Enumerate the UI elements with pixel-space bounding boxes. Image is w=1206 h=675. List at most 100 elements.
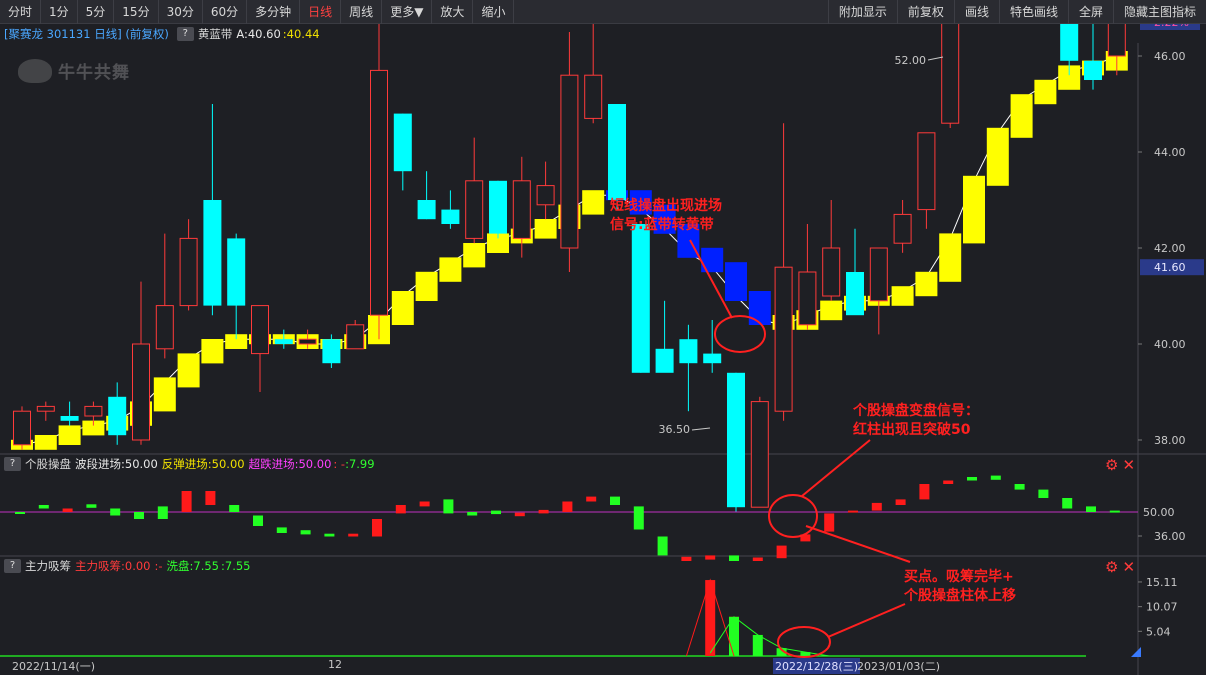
candle-body-up (512, 180, 531, 239)
yellow-band-block (58, 425, 81, 445)
candle-body-up (370, 69, 388, 316)
osc-green-bar (1086, 506, 1096, 512)
period-tab-10[interactable]: 放大 (432, 0, 474, 24)
candle-body-up (251, 305, 269, 355)
scroll-corner-icon (1131, 647, 1141, 657)
osc-green-bar (157, 506, 168, 519)
osc-green-bar (276, 527, 287, 533)
candle-body-up (465, 180, 484, 239)
period-tab-5[interactable]: 60分 (203, 0, 248, 24)
yellow-band-block (177, 353, 200, 388)
panel3-controls: ⚙ ✕ (1101, 558, 1135, 576)
panel2-help-button[interactable]: ? (4, 457, 21, 471)
settings-gear-icon[interactable]: ⚙ (1105, 456, 1118, 474)
candle-body-down (727, 372, 745, 508)
period-tab-1[interactable]: 1分 (41, 0, 78, 24)
price-axis-label: 36.00 (1154, 530, 1186, 543)
panel2-name[interactable]: 个股操盘 (25, 456, 71, 472)
period-tab-11[interactable]: 缩小 (473, 0, 515, 24)
yellow-band-block (891, 286, 914, 306)
annotation-signal-line2: 信号:蓝带转黄带 (610, 217, 714, 233)
date-label-start: 2022/11/14(一) (12, 660, 95, 673)
close-icon[interactable]: ✕ (1122, 456, 1135, 474)
panel3-header: ? 主力吸筹 主力吸筹:0.00 :- 洗盘:7.55 :7.55 (0, 558, 250, 574)
option-button-2[interactable]: 画线 (953, 0, 999, 24)
buy-arrow (827, 603, 906, 638)
candle-body-down (322, 339, 341, 364)
osc-green-bar (38, 505, 49, 509)
osc-green-bar (443, 499, 454, 514)
panel2-rebound-entry: 反弹进场:50.00 (161, 457, 245, 471)
period-toolbar: 分时 1分 5分 15分 30分 60分 多分钟 日线 周线 更多▼ 放大 缩小 附加显示 前复权 画线特… (0, 0, 1206, 24)
yellow-band-block (201, 339, 224, 364)
candle-body-up (13, 410, 31, 446)
osc-red-bar (538, 509, 549, 514)
candle-body-up (750, 401, 769, 508)
osc-red-bar (514, 512, 525, 517)
level-price-tag: 41.60 (1154, 261, 1186, 274)
yellow-band-block (915, 271, 938, 297)
indicator-value-b: :40.44 (282, 26, 320, 41)
osc-green-bar (134, 512, 144, 519)
stock-label[interactable]: [聚赛龙 301131 日线] (前复权) (4, 26, 169, 42)
settings-gear-icon[interactable]: ⚙ (1105, 558, 1118, 576)
yellow-band-block (939, 233, 962, 282)
panel2-wave-entry: 波段进场:50.00 (75, 457, 158, 471)
period-tab-7[interactable]: 日线 (300, 0, 342, 24)
panel2-controls: ⚙ ✕ (1101, 456, 1135, 474)
close-icon[interactable]: ✕ (1122, 558, 1135, 576)
candle-body-up (584, 74, 603, 119)
panel3-name[interactable]: 主力吸筹 (25, 558, 71, 574)
candle-body-up (346, 324, 365, 350)
candle-body-up (155, 305, 174, 350)
osc-red-bar (848, 510, 858, 513)
panel3-wash: 洗盘:7.55 (166, 559, 219, 573)
watermark-text: 牛牛共舞 (58, 63, 130, 83)
annotation-change-line2: 红柱出现且突破50 (853, 422, 971, 438)
candle-body-up (132, 343, 150, 441)
option-button-0[interactable]: 附加显示 (827, 0, 897, 24)
osc-green-bar (300, 530, 311, 535)
period-tab-2[interactable]: 5分 (78, 0, 115, 24)
indicator-name[interactable]: 黄蓝带 (198, 26, 233, 42)
yellow-band-block (582, 190, 605, 215)
yellow-band-block (415, 271, 438, 301)
candle-body-up (774, 266, 793, 412)
candle-body-up (917, 132, 936, 211)
period-tab-9[interactable]: 更多▼ (382, 0, 433, 24)
candle-body-up (298, 338, 317, 345)
annotation-buy-line1: 买点。吸筹完毕+ (904, 569, 1014, 585)
indicator-help-button[interactable]: ? (176, 26, 194, 41)
period-tab-3[interactable]: 15分 (114, 0, 159, 24)
panel3-sep: :- (154, 559, 163, 573)
option-button-5[interactable]: 隐藏主图指标 (1112, 0, 1206, 24)
candle-body-up (893, 213, 912, 244)
osc-red-bar (562, 501, 573, 512)
option-button-1[interactable]: 前复权 (896, 0, 954, 24)
candle-body-down (60, 416, 79, 421)
candle-body-down (274, 339, 293, 344)
annotation-buy: 买点。吸筹完毕+ 个股操盘柱体上移 (904, 568, 1016, 606)
period-tab-6[interactable]: 多分钟 (247, 0, 301, 24)
period-tab-8[interactable]: 周线 (341, 0, 383, 24)
osc-green-bar (1062, 498, 1073, 509)
date-label-month: 12 (328, 658, 342, 671)
option-button-3[interactable]: 特色画线 (998, 0, 1068, 24)
price-axis-label: 44.00 (1154, 146, 1186, 159)
osc-green-bar (990, 475, 1001, 480)
price-axis-label: 42.00 (1154, 242, 1186, 255)
price-axis-label: 40.00 (1154, 338, 1186, 351)
osc-red-bar (824, 513, 835, 532)
period-tab-4[interactable]: 30分 (159, 0, 203, 24)
osc-red-bar (871, 502, 882, 511)
annotation-buy-line2: 个股操盘柱体上移 (904, 588, 1016, 604)
yellow-band-block (534, 219, 557, 239)
panel3-help-button[interactable]: ? (4, 559, 21, 573)
option-button-4[interactable]: 全屏 (1067, 0, 1113, 24)
candle-body-up (179, 237, 198, 307)
osc-green-bar (1038, 489, 1049, 498)
period-tab-0[interactable]: 分时 (0, 0, 42, 24)
osc-green-bar (610, 496, 620, 505)
watermark-logo: 牛牛共舞 (18, 58, 130, 83)
osc-red-bar (705, 555, 716, 560)
